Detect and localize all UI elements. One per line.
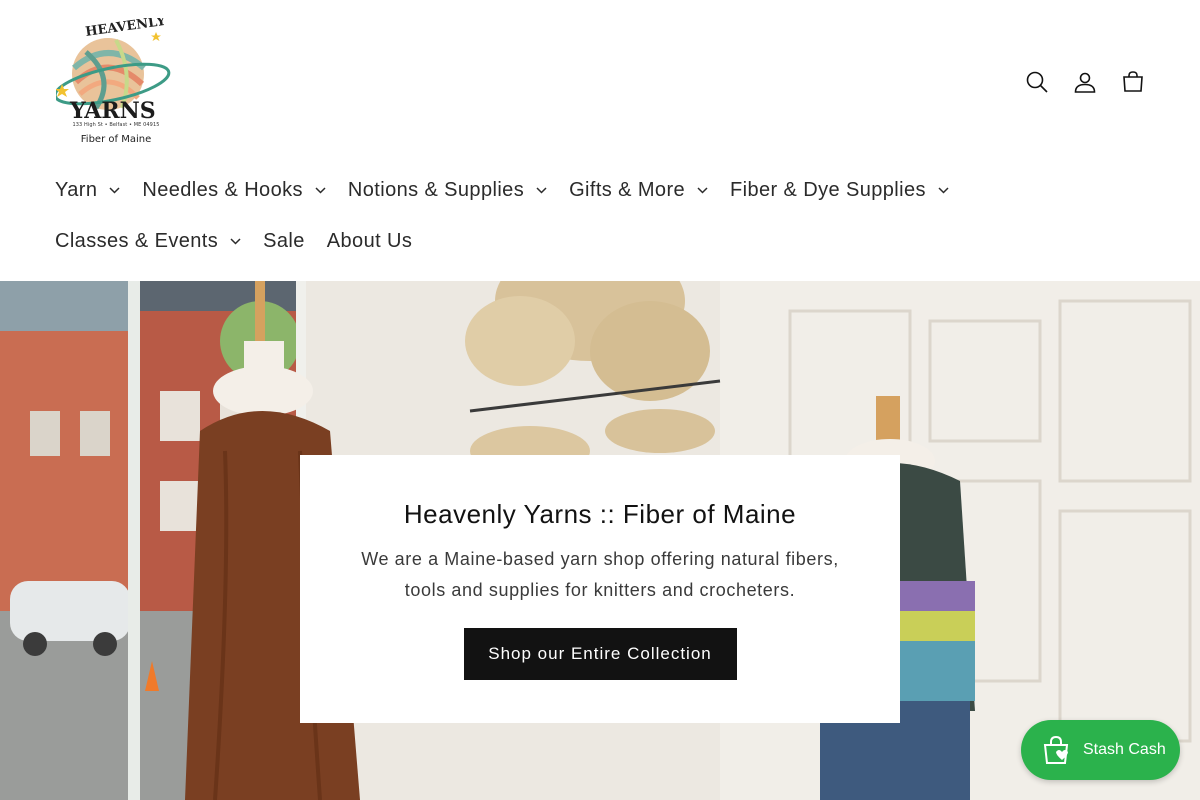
nav-item-label: Notions & Supplies: [347, 179, 525, 201]
search-icon[interactable]: [1022, 62, 1052, 102]
chevron-down-icon: [938, 187, 949, 194]
logo-tagline: Fiber of Maine: [80, 134, 152, 145]
nav-item-notions-supplies[interactable]: Notions & Supplies: [337, 165, 558, 216]
nav-item-label: Fiber & Dye Supplies: [730, 179, 926, 201]
hero-banner: Heavenly Yarns :: Fiber of Maine We are …: [0, 281, 1200, 800]
svg-text:YARNS: YARNS: [69, 98, 156, 124]
stash-cash-button[interactable]: Stash Cash: [1021, 720, 1180, 780]
chevron-down-icon: [109, 187, 120, 194]
nav-item-yarn[interactable]: Yarn: [44, 165, 131, 216]
header-icons: [1022, 62, 1148, 102]
shopping-bag-heart-icon: [1043, 735, 1069, 764]
nav-item-label: Yarn: [55, 179, 98, 201]
stash-cash-label: Stash Cash: [1083, 741, 1166, 758]
account-icon[interactable]: [1070, 62, 1100, 102]
chevron-down-icon: [230, 238, 241, 245]
chevron-down-icon: [697, 187, 708, 194]
cart-icon[interactable]: [1118, 62, 1148, 102]
hero-title: Heavenly Yarns :: Fiber of Maine: [403, 499, 797, 529]
hero-content-box: Heavenly Yarns :: Fiber of Maine We are …: [300, 455, 900, 723]
nav-item-label: Gifts & More: [569, 179, 686, 201]
chevron-down-icon: [536, 187, 547, 194]
nav-item-classes-events[interactable]: Classes & Events: [44, 216, 252, 267]
nav-item-label: About Us: [326, 230, 413, 252]
chevron-down-icon: [315, 187, 326, 194]
shop-collection-button[interactable]: Shop our Entire Collection: [463, 628, 737, 680]
store-logo[interactable]: HEAVENLY YARNS 133 High St • Belfast • M…: [56, 18, 176, 150]
nav-item-gifts-more[interactable]: Gifts & More: [558, 165, 719, 216]
nav-item-label: Classes & Events: [55, 230, 219, 252]
nav-item-about-us[interactable]: About Us: [316, 216, 423, 267]
nav-item-sale[interactable]: Sale: [252, 216, 316, 267]
hero-description: We are a Maine-based yarn shop offering …: [361, 549, 839, 600]
nav-item-needles-hooks[interactable]: Needles & Hooks: [131, 165, 337, 216]
yarn-ball-logo-icon: HEAVENLY YARNS: [56, 18, 171, 124]
nav-item-fiber-dye-supplies[interactable]: Fiber & Dye Supplies: [719, 165, 960, 216]
nav-item-label: Needles & Hooks: [142, 179, 303, 201]
site-header: HEAVENLY YARNS 133 High St • Belfast • M…: [0, 0, 1200, 281]
nav-item-label: Sale: [263, 230, 305, 252]
main-navigation: Yarn Needles & Hooks Notions & Supplies …: [44, 165, 1154, 267]
logo-address: 133 High St • Belfast • ME 04915: [72, 122, 160, 128]
